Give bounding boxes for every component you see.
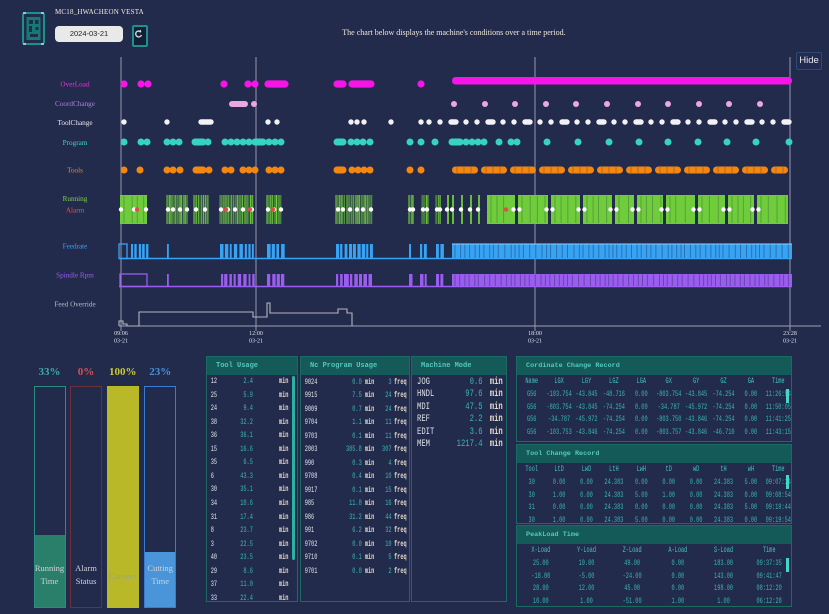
- svg-text:Running: Running: [63, 195, 88, 203]
- svg-text:Feedrate: Feedrate: [63, 243, 88, 251]
- svg-text:03-21: 03-21: [528, 339, 542, 345]
- svg-text:Program: Program: [63, 139, 88, 147]
- svg-text:03-21: 03-21: [114, 339, 128, 345]
- svg-text:ToolChange: ToolChange: [57, 119, 92, 127]
- svg-text:Spindle Rpm: Spindle Rpm: [56, 272, 94, 280]
- svg-text:18:00: 18:00: [528, 331, 542, 337]
- svg-text:OverLoad: OverLoad: [60, 81, 90, 89]
- svg-text:CoordChange: CoordChange: [55, 100, 95, 108]
- svg-text:03-21: 03-21: [249, 339, 263, 345]
- svg-text:09:06: 09:06: [114, 331, 128, 337]
- svg-text:Tools: Tools: [67, 167, 83, 175]
- svg-text:Alarm: Alarm: [66, 207, 85, 215]
- svg-text:12:00: 12:00: [249, 331, 263, 337]
- svg-text:03-21: 03-21: [783, 339, 797, 345]
- svg-text:23:28: 23:28: [783, 331, 797, 337]
- svg-text:Feed Override: Feed Override: [54, 301, 95, 309]
